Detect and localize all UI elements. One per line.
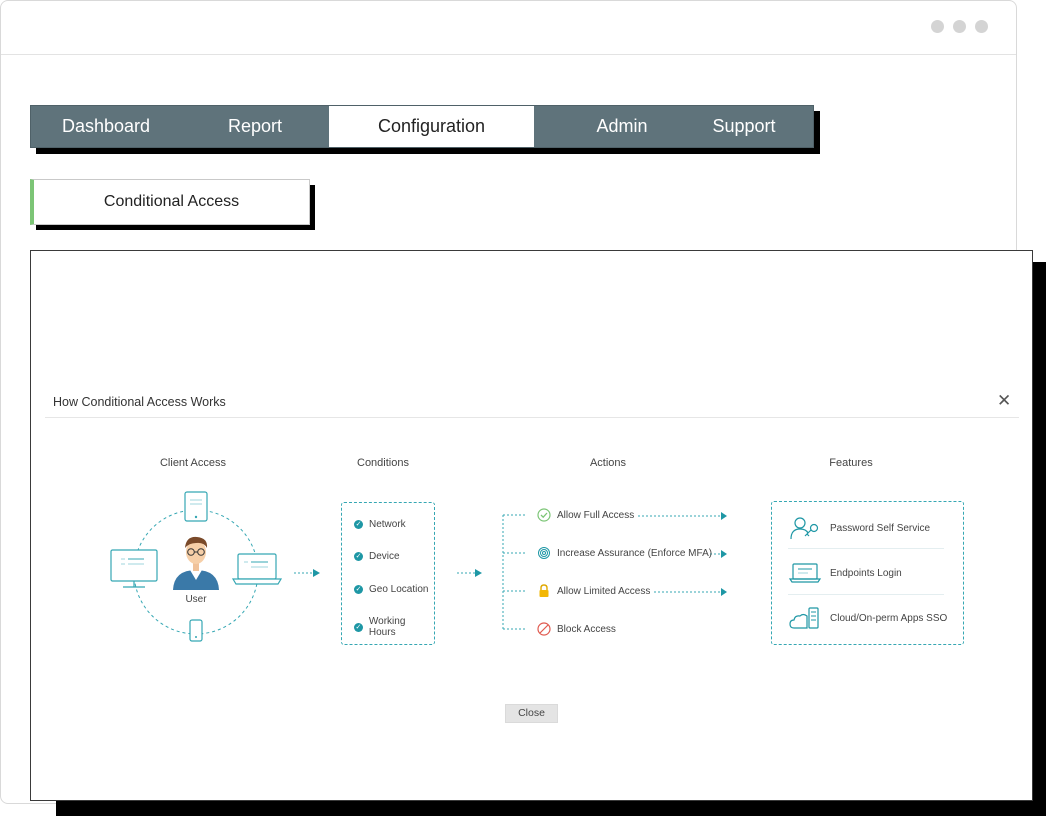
check-icon: ✓	[354, 552, 363, 561]
feature-item-endpoints-login: Endpoints Login	[788, 562, 902, 584]
mobile-device-icon	[189, 619, 203, 642]
check-icon: ✓	[354, 585, 363, 594]
laptop-device-icon	[231, 553, 283, 585]
nav-item-report[interactable]: Report	[181, 106, 329, 147]
user-label: User	[185, 594, 207, 605]
cloud-server-icon	[789, 607, 819, 629]
feature-divider	[788, 548, 944, 549]
feature-divider	[788, 594, 944, 595]
check-icon: ✓	[354, 520, 363, 529]
laptop-icon	[788, 563, 822, 583]
condition-item: ✓ Device	[354, 551, 400, 562]
conditional-access-button[interactable]: Conditional Access	[30, 179, 310, 225]
fingerprint-icon	[538, 547, 550, 559]
column-heading-conditions: Conditions	[357, 457, 409, 469]
column-heading-actions: Actions	[589, 457, 627, 469]
window-dot-icon[interactable]	[931, 20, 944, 33]
column-heading-features: Features	[829, 457, 873, 469]
desktop-monitor-icon	[110, 549, 158, 588]
window-dot-icon[interactable]	[975, 20, 988, 33]
modal-close-button[interactable]: Close	[505, 704, 558, 723]
column-heading-client-access: Client Access	[159, 457, 227, 469]
nav-item-admin[interactable]: Admin	[561, 106, 683, 147]
action-item-block: Block Access	[537, 622, 616, 636]
content-panel: How Conditional Access Works ✕ Client Ac…	[30, 250, 1033, 801]
check-circle-icon	[537, 508, 551, 522]
action-item-allow-full: Allow Full Access	[537, 508, 634, 522]
nav-item-support[interactable]: Support	[683, 106, 805, 147]
conditions-box: ✓ Network ✓ Device ✓ Geo Location ✓ Work…	[341, 502, 435, 645]
modal-close-icon[interactable]: ✕	[997, 392, 1011, 409]
actions-connectors	[502, 512, 727, 630]
condition-item: ✓ Working Hours	[354, 616, 406, 638]
client-access-diagram	[110, 491, 482, 642]
nav-item-dashboard[interactable]: Dashboard	[31, 106, 181, 147]
window-dot-icon[interactable]	[953, 20, 966, 33]
check-icon: ✓	[354, 622, 363, 632]
modal-title: How Conditional Access Works	[53, 395, 226, 409]
features-box: Password Self Service Endpoints Login Cl…	[771, 501, 964, 645]
condition-item: ✓ Geo Location	[354, 584, 429, 595]
window-controls	[931, 20, 988, 33]
nav-item-configuration[interactable]: Configuration	[329, 106, 534, 147]
action-item-allow-limited: Allow Limited Access	[537, 584, 650, 598]
mobile-device-icon	[184, 491, 208, 522]
condition-item: ✓ Network	[354, 519, 406, 530]
action-item-increase-assurance: Increase Assurance (Enforce MFA)	[537, 546, 712, 560]
feature-item-password-self-service: Password Self Service	[790, 516, 930, 540]
top-nav: Dashboard Report Configuration Admin Sup…	[30, 105, 814, 148]
feature-item-cloud-apps-sso: Cloud/On-perm Apps SSO	[789, 606, 947, 630]
user-avatar-icon	[173, 536, 219, 590]
block-icon	[537, 622, 551, 636]
user-key-icon	[790, 517, 819, 540]
window-title-bar	[1, 1, 1016, 55]
lock-icon	[539, 584, 549, 597]
modal-divider	[45, 417, 1019, 418]
